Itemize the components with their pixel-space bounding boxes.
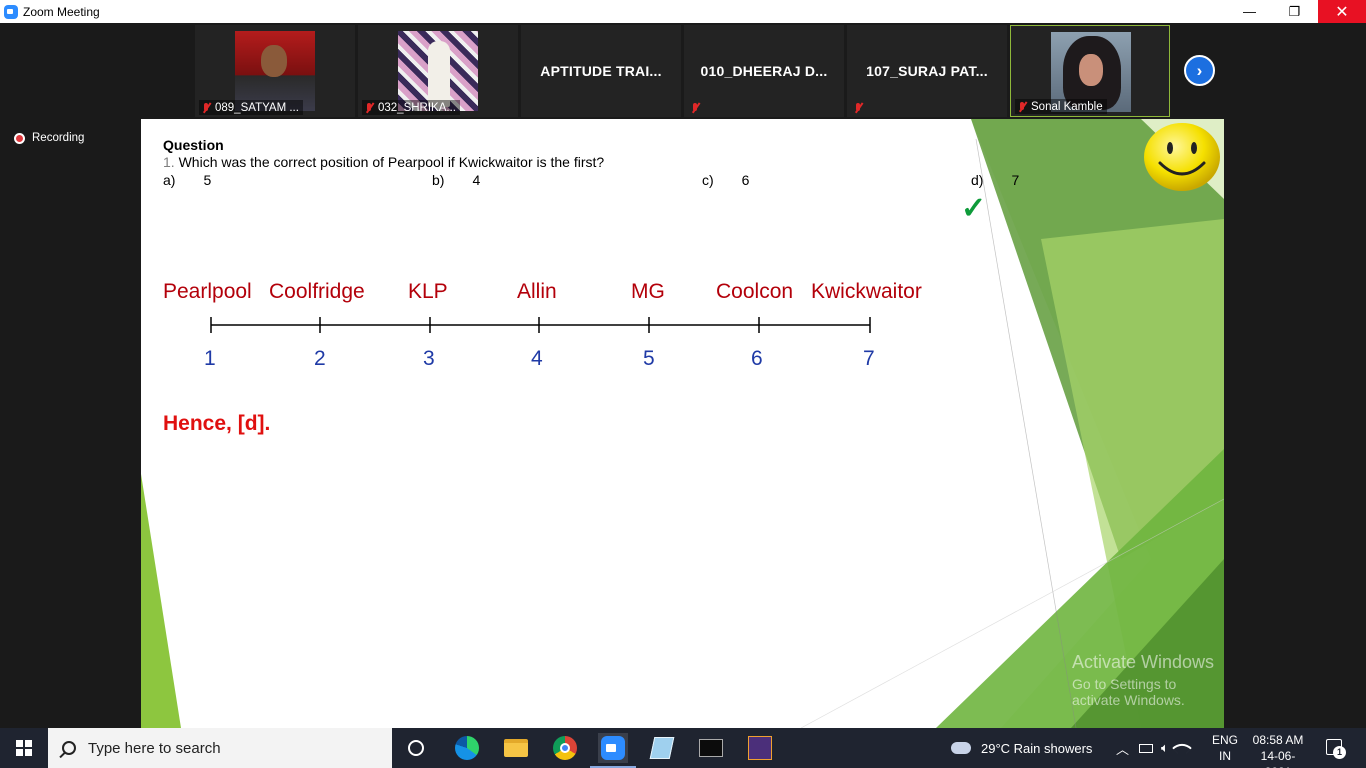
terminal-taskbar-button[interactable] bbox=[696, 733, 726, 763]
taskbar-clock[interactable]: 08:58 AM 14-06-2021 bbox=[1248, 732, 1308, 768]
participant-video bbox=[235, 31, 315, 111]
position-number: 5 bbox=[643, 347, 655, 370]
windows-logo-icon bbox=[16, 740, 32, 756]
notes-taskbar-button[interactable] bbox=[647, 733, 677, 763]
battery-icon[interactable] bbox=[1139, 743, 1154, 753]
search-placeholder: Type here to search bbox=[88, 739, 221, 757]
app-taskbar-button[interactable] bbox=[745, 733, 775, 763]
restore-button[interactable]: ❐ bbox=[1272, 0, 1317, 23]
position-number: 2 bbox=[314, 347, 326, 370]
task-view-button[interactable] bbox=[401, 733, 431, 763]
taskbar: Type here to search 29°C Rain showers ︿ … bbox=[0, 728, 1366, 768]
position-number: 6 bbox=[751, 347, 763, 370]
activate-windows-title: Activate Windows bbox=[1072, 652, 1215, 672]
participant-tile-active-speaker[interactable]: Sonal Kamble bbox=[1010, 25, 1170, 117]
number-line bbox=[210, 317, 871, 333]
zoom-app-icon bbox=[4, 4, 18, 19]
language-indicator[interactable]: ENG IN bbox=[1212, 732, 1238, 764]
next-participants-button[interactable]: › bbox=[1184, 55, 1215, 86]
clock-date: 14-06-2021 bbox=[1260, 749, 1296, 768]
chevron-up-icon[interactable]: ︿ bbox=[1116, 739, 1129, 758]
recording-label: Recording bbox=[32, 132, 85, 144]
volume-icon[interactable]: 🔈︎ bbox=[1161, 740, 1169, 756]
terminal-icon bbox=[699, 739, 723, 757]
participant-video bbox=[398, 31, 478, 111]
app-icon bbox=[748, 736, 772, 760]
position-number: 1 bbox=[204, 347, 216, 370]
muted-mic-icon bbox=[364, 102, 374, 114]
participant-name-tag bbox=[851, 100, 871, 115]
recording-indicator[interactable]: Recording bbox=[14, 132, 84, 144]
position-number: 4 bbox=[531, 347, 543, 370]
participant-name: 089_SATYAM ... bbox=[215, 101, 299, 114]
zoom-icon bbox=[601, 736, 625, 760]
activate-windows-subtitle: Go to Settings to activate Windows. bbox=[1072, 676, 1185, 708]
chrome-taskbar-button[interactable] bbox=[550, 733, 580, 763]
participant-name-tag: 032_SHRIKA... bbox=[362, 100, 460, 115]
wifi-icon[interactable] bbox=[1171, 738, 1192, 758]
participant-name: 032_SHRIKA... bbox=[378, 101, 456, 114]
position-number: 7 bbox=[863, 347, 875, 370]
search-icon bbox=[62, 741, 76, 755]
muted-mic-icon bbox=[1017, 101, 1027, 113]
minimize-button[interactable]: — bbox=[1227, 0, 1272, 23]
taskbar-search[interactable]: Type here to search bbox=[48, 728, 392, 768]
participant-tile[interactable]: 107_SURAJ PAT... bbox=[847, 25, 1007, 117]
position-number: 3 bbox=[423, 347, 435, 370]
muted-mic-icon bbox=[201, 102, 211, 114]
participant-name: APTITUDE TRAI... bbox=[540, 63, 662, 79]
weather-cloud-icon bbox=[951, 737, 971, 754]
language-code: ENG bbox=[1212, 733, 1239, 747]
participant-tile[interactable]: APTITUDE TRAI... bbox=[521, 25, 681, 117]
window-title: Zoom Meeting bbox=[23, 4, 100, 19]
participant-name: Sonal Kamble bbox=[1031, 100, 1103, 113]
title-bar: Zoom Meeting — ❐ ✕ bbox=[0, 0, 1366, 23]
answer-text: Hence, [d]. bbox=[163, 412, 271, 435]
notepad-icon bbox=[649, 737, 675, 759]
weather-text: 29°C Rain showers bbox=[981, 740, 1093, 756]
zoom-taskbar-button[interactable] bbox=[590, 733, 636, 768]
participant-tile[interactable]: 032_SHRIKA... bbox=[358, 25, 518, 117]
muted-mic-icon bbox=[853, 102, 863, 114]
edge-taskbar-button[interactable] bbox=[452, 733, 482, 763]
chrome-icon bbox=[553, 736, 577, 760]
edge-icon bbox=[455, 736, 479, 760]
clock-time: 08:58 AM bbox=[1252, 733, 1304, 747]
close-button[interactable]: ✕ bbox=[1318, 0, 1366, 23]
shared-screen-slide: Question 1. Which was the correct positi… bbox=[141, 119, 1224, 728]
participant-tile[interactable]: 089_SATYAM ... bbox=[195, 25, 355, 117]
start-button[interactable] bbox=[0, 728, 48, 768]
participant-tile[interactable]: 010_DHEERAJ D... bbox=[684, 25, 844, 117]
chevron-right-icon: › bbox=[1196, 60, 1203, 80]
notification-center-button[interactable]: 1 bbox=[1326, 739, 1346, 759]
cortana-circle-icon bbox=[408, 740, 424, 756]
participant-name-tag bbox=[688, 100, 708, 115]
file-explorer-taskbar-button[interactable] bbox=[501, 733, 531, 763]
muted-mic-icon bbox=[690, 102, 700, 114]
participant-name: 010_DHEERAJ D... bbox=[700, 63, 828, 79]
participant-name-tag: Sonal Kamble bbox=[1015, 99, 1107, 114]
notification-count-badge: 1 bbox=[1333, 746, 1346, 759]
participant-name-tag: 089_SATYAM ... bbox=[199, 100, 303, 115]
meeting-area: 089_SATYAM ... 032_SHRIKA... APTITUDE TR… bbox=[0, 23, 1366, 728]
region-code: IN bbox=[1219, 749, 1231, 763]
participant-name: 107_SURAJ PAT... bbox=[866, 63, 988, 79]
smiley-icon bbox=[1144, 123, 1220, 191]
folder-icon bbox=[504, 739, 528, 757]
weather-widget[interactable]: 29°C Rain showers bbox=[951, 728, 1092, 768]
system-tray: ︿ 🔈︎ bbox=[1114, 728, 1192, 768]
recording-icon bbox=[14, 132, 25, 144]
